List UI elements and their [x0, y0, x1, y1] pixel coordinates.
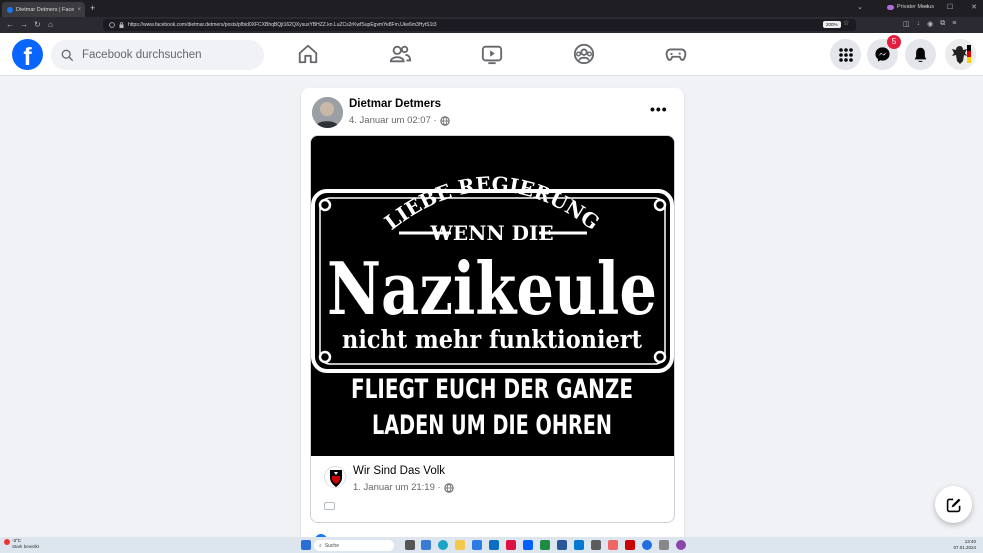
task-view-icon[interactable]	[405, 540, 415, 550]
private-mask-icon	[887, 4, 894, 10]
globe-icon	[439, 115, 450, 126]
new-tab-button[interactable]: +	[90, 3, 95, 13]
zoom-level-badge[interactable]: 200%	[823, 21, 841, 28]
home-nav-icon[interactable]	[297, 43, 319, 65]
author-avatar[interactable]	[312, 97, 343, 128]
post-card: Dietmar Detmers 4. Januar um 02:07 · •••…	[301, 88, 684, 548]
taskbar-search[interactable]: ⌕ Suche	[314, 540, 394, 551]
profile-avatar[interactable]	[945, 39, 976, 70]
app-icon-blue[interactable]	[642, 540, 652, 550]
app-icon-red[interactable]	[506, 540, 516, 550]
taskbar-search-label: Suche	[324, 542, 339, 549]
url-text: https://www.facebook.com/dietmar.detmers…	[128, 22, 437, 28]
facebook-header: f Facebook durchsuchen 5	[0, 33, 983, 76]
image-big-text: Nazikeule	[327, 246, 657, 331]
bookmark-star-icon[interactable]: ☆	[843, 19, 849, 27]
friends-nav-icon[interactable]	[389, 43, 411, 65]
site-info-icon[interactable]	[109, 22, 115, 28]
excel-icon[interactable]	[540, 540, 550, 550]
tab-close-icon[interactable]: ×	[77, 7, 81, 13]
file-explorer-icon[interactable]	[455, 540, 465, 550]
shared-post-meta: 1. Januar um 21:19 ·	[353, 482, 454, 493]
post-meta: 4. Januar um 02:07 ·	[349, 115, 450, 126]
taskbar: -3°C Stark bewölkt ⌕ Suche 13:40 07.01.2…	[0, 537, 983, 553]
post-options-button[interactable]: •••	[650, 101, 668, 117]
start-button-icon[interactable]	[301, 540, 311, 550]
facebook-logo-icon[interactable]: f	[12, 39, 43, 70]
search-input[interactable]	[82, 49, 252, 61]
compose-icon	[946, 498, 960, 512]
minimize-button[interactable]: —	[922, 3, 929, 11]
pocket-icon[interactable]: ◫	[903, 20, 910, 28]
account-icon[interactable]: ◉	[927, 20, 933, 28]
facebook-favicon-icon	[7, 6, 13, 13]
clock-date: 07.01.2024	[953, 545, 976, 550]
browser-tab[interactable]: Dietmar Detmers | Facebook ×	[2, 2, 85, 17]
widgets-icon[interactable]	[421, 540, 431, 550]
edge-icon[interactable]	[438, 540, 448, 550]
browser-toolbar: ← → ↻ ⌂ https://www.facebook.com/dietmar…	[0, 17, 983, 33]
author-photo-icon	[312, 97, 343, 128]
dropbox-icon[interactable]	[523, 540, 533, 550]
gaming-nav-icon[interactable]	[665, 43, 687, 65]
browser-tools: ◫ ↓ ◉ ⧉ ≡	[903, 20, 956, 28]
outlook-icon[interactable]	[574, 540, 584, 550]
tab-title: Dietmar Detmers | Facebook	[16, 6, 75, 13]
tab-list-chevron-icon[interactable]: ⌄	[857, 3, 863, 11]
maximize-button[interactable]: ☐	[947, 3, 953, 11]
weather-widget[interactable]: -3°C Stark bewölkt	[12, 538, 39, 550]
post-author-name[interactable]: Dietmar Detmers	[349, 98, 441, 110]
image-line3-text: nicht mehr funktioniert	[342, 325, 642, 354]
image-bottom1-text: FLIEGT EUCH DER GANZE	[351, 374, 633, 405]
back-arrow-icon[interactable]: ←	[6, 20, 14, 29]
word-icon[interactable]	[557, 540, 567, 550]
shield-crest-icon	[325, 467, 345, 487]
shared-author-name[interactable]: Wir Sind Das Volk	[353, 465, 445, 477]
search-icon	[61, 49, 74, 61]
browser-tabbar: Dietmar Detmers | Facebook × + ⌄ Private…	[0, 0, 983, 17]
url-bar[interactable]: https://www.facebook.com/dietmar.detmers…	[103, 19, 856, 31]
weather-desc: Stark bewölkt	[12, 544, 40, 549]
window-controls: — ☐ ✕	[922, 3, 977, 11]
shared-author-avatar[interactable]	[324, 466, 346, 488]
shared-post[interactable]: LIEBE REGIERUNG WENN DIE Nazikeule nicht…	[310, 135, 675, 523]
facebook-search[interactable]	[51, 40, 264, 70]
close-window-button[interactable]: ✕	[971, 3, 977, 11]
messenger-icon	[875, 47, 890, 62]
bell-icon	[914, 47, 927, 62]
weather-icon	[4, 539, 10, 545]
post-image[interactable]: LIEBE REGIERUNG WENN DIE Nazikeule nicht…	[311, 136, 674, 456]
grid-menu-icon	[838, 47, 853, 62]
meme-image: LIEBE REGIERUNG WENN DIE Nazikeule nicht…	[311, 136, 674, 456]
image-bottom2-text: LADEN UM DIE OHREN	[372, 410, 612, 441]
post-timestamp[interactable]: 4. Januar um 02:07 ·	[349, 115, 437, 126]
taskbar-clock[interactable]: 13:40 07.01.2024	[952, 539, 976, 551]
reaction-placeholder-icon[interactable]	[324, 502, 335, 510]
store-icon[interactable]	[472, 540, 482, 550]
new-message-button[interactable]	[935, 486, 972, 523]
snipping-icon[interactable]	[608, 540, 618, 550]
acrobat-icon[interactable]	[625, 540, 635, 550]
forward-arrow-icon[interactable]: →	[20, 20, 28, 29]
image-line1-text: WENN DIE	[429, 221, 553, 245]
app-icon-gray[interactable]	[591, 540, 601, 550]
eagle-flag-avatar-icon	[945, 39, 976, 70]
lock-icon	[119, 22, 124, 28]
extensions-icon[interactable]: ⧉	[940, 20, 945, 28]
notification-count-badge: 5	[887, 35, 901, 49]
home-icon[interactable]: ⌂	[48, 20, 53, 29]
mail-icon[interactable]	[489, 540, 499, 550]
reload-icon[interactable]: ↻	[34, 20, 41, 29]
taskbar-search-icon: ⌕	[319, 542, 322, 549]
globe-icon	[443, 482, 454, 493]
groups-nav-icon[interactable]	[573, 43, 595, 65]
shared-timestamp[interactable]: 1. Januar um 21:19 ·	[353, 482, 441, 493]
app-icon-dark[interactable]	[659, 540, 669, 550]
menu-icon[interactable]: ≡	[952, 20, 956, 28]
firefox-private-icon[interactable]	[676, 540, 686, 550]
menu-button[interactable]	[830, 39, 861, 70]
watch-nav-icon[interactable]	[481, 43, 503, 65]
downloads-icon[interactable]: ↓	[917, 20, 921, 28]
notifications-button[interactable]	[905, 39, 936, 70]
